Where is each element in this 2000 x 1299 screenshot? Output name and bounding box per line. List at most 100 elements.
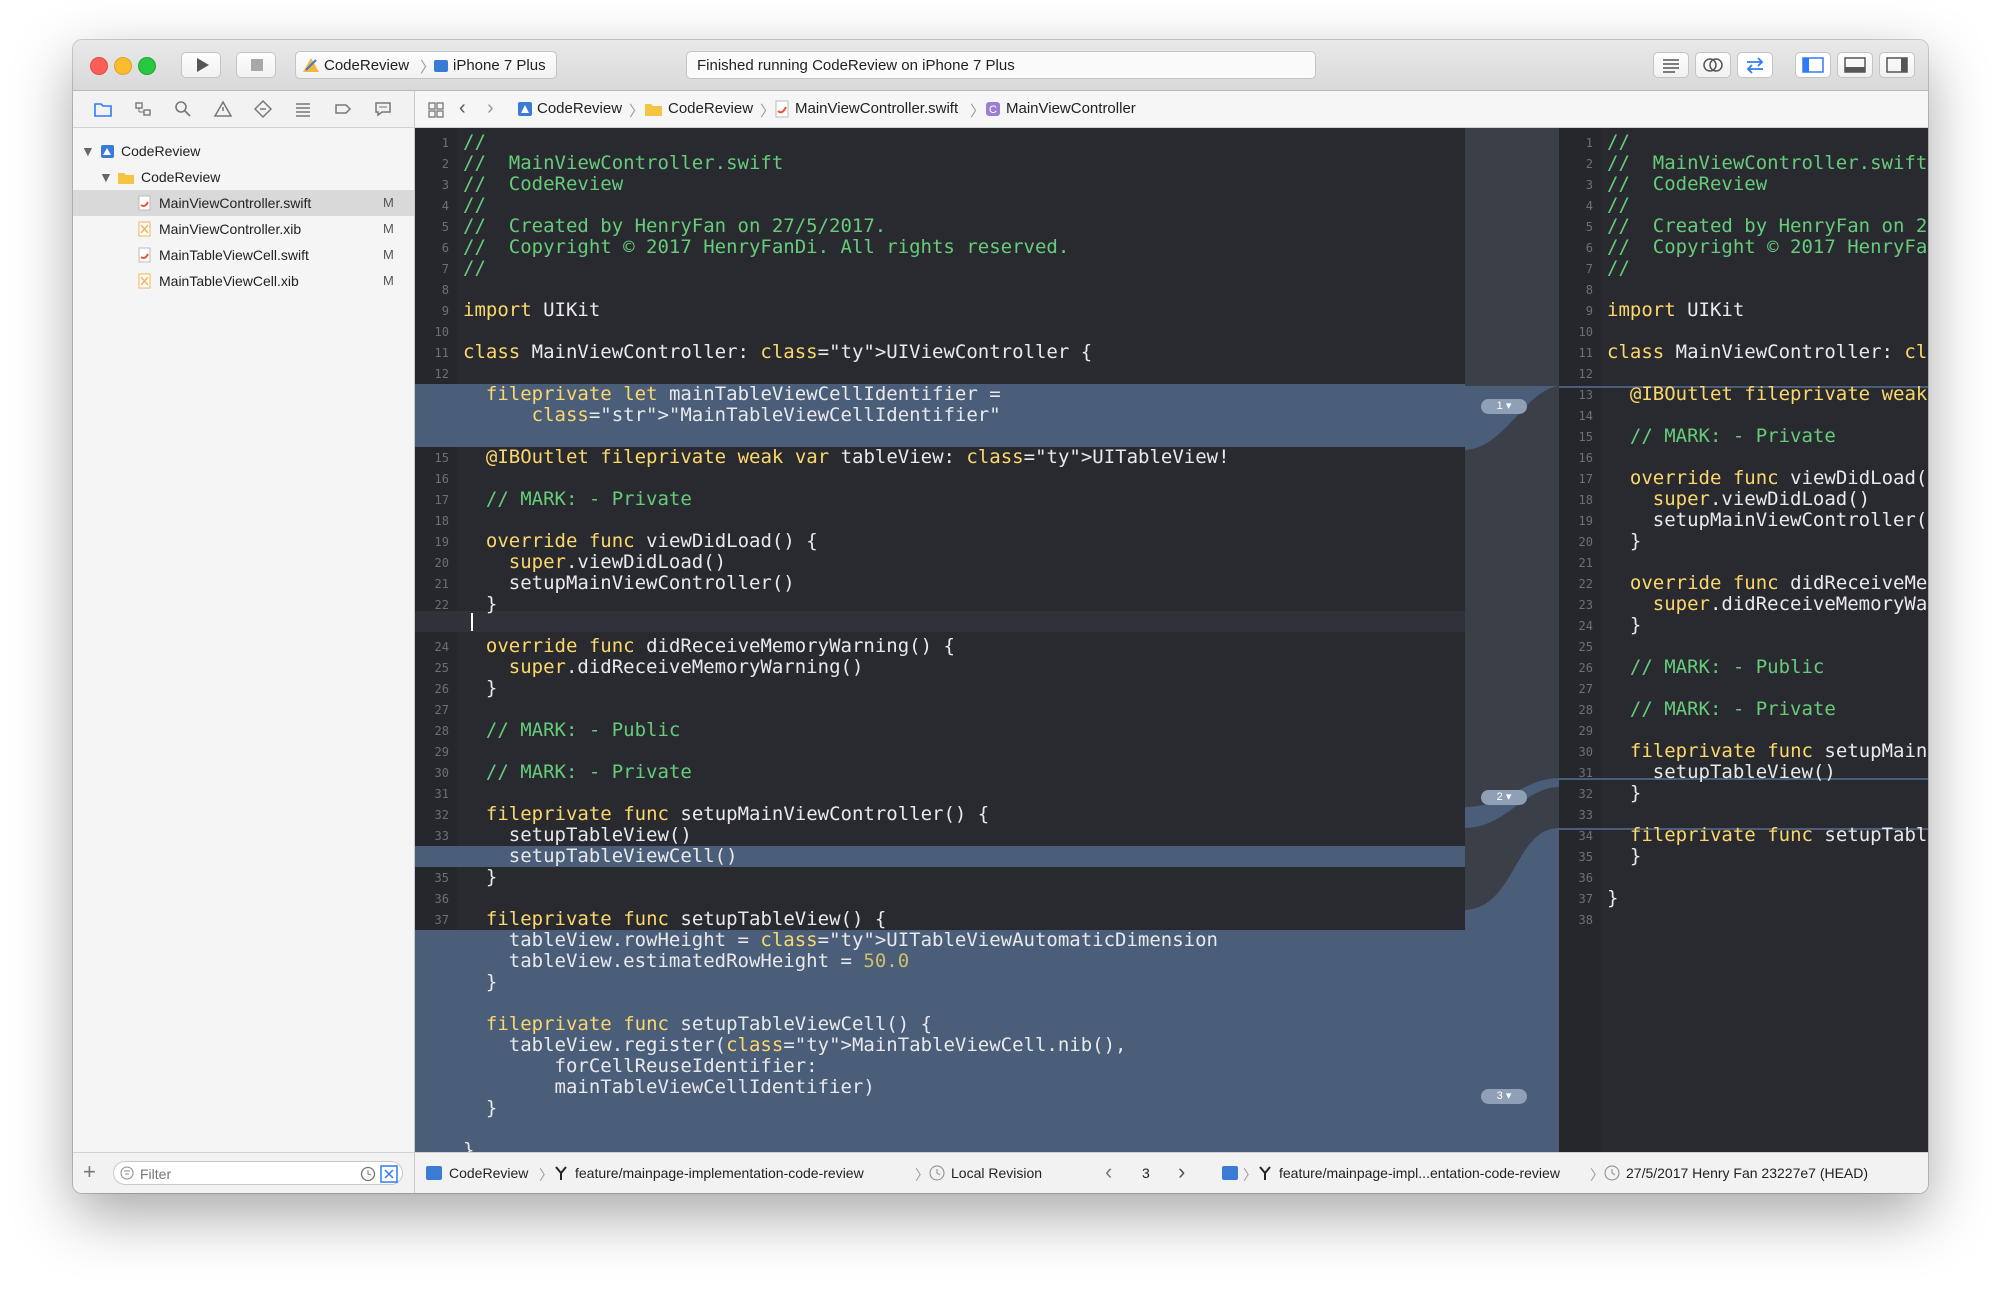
- right-branch[interactable]: feature/mainpage-impl...entation-code-re…: [1279, 1165, 1560, 1181]
- code-line: }: [1607, 530, 1642, 552]
- right-code-pane[interactable]: //// MainViewController.swift// CodeRevi…: [1559, 128, 1928, 1152]
- code-line: }: [1607, 845, 1642, 867]
- warning-icon[interactable]: [213, 99, 233, 119]
- previous-change-arrow-icon[interactable]: ‹: [1105, 1159, 1112, 1185]
- text-cursor: [471, 613, 473, 631]
- code-line: }: [463, 1097, 498, 1119]
- left-revision[interactable]: Local Revision: [951, 1165, 1042, 1181]
- tree-file-row[interactable]: MainViewController.xib M: [73, 216, 414, 242]
- folder-icon[interactable]: [93, 99, 113, 119]
- code-line: }: [463, 971, 498, 993]
- tree-file-row[interactable]: MainTableViewCell.swift M: [73, 242, 414, 268]
- minimize-window-button[interactable]: [114, 57, 132, 75]
- code-line: // MARK: - Private: [1607, 698, 1836, 720]
- play-icon: [197, 58, 209, 72]
- toggle-navigator-button[interactable]: [1795, 52, 1831, 78]
- code-line: fileprivate func setupTableView() {: [485, 908, 887, 930]
- breadcrumb-separator: 〉: [970, 103, 986, 120]
- code-line: fileprivate let mainTableViewCellIdentif…: [485, 383, 1001, 405]
- code-line: @IBOutlet fileprivate weak var tableView…: [1629, 383, 1928, 405]
- breakpoint-tag-icon[interactable]: [333, 99, 353, 119]
- breadcrumb-symbol[interactable]: MainViewController: [1006, 100, 1136, 117]
- filter-field[interactable]: [113, 1161, 403, 1185]
- forward-arrow-icon[interactable]: ›: [487, 97, 494, 120]
- file-name: MainTableViewCell.xib: [159, 273, 299, 289]
- change-marker-3[interactable]: 3 ▾: [1481, 1089, 1527, 1104]
- tree-file-row[interactable]: MainViewController.swift M: [73, 190, 414, 216]
- scm-filter-icon[interactable]: [380, 1165, 398, 1183]
- xib-file-icon: [138, 273, 151, 289]
- branch-icon: [555, 1166, 567, 1180]
- code-line: }: [1607, 614, 1642, 636]
- swift-file-icon: [138, 247, 151, 263]
- code-line: fileprivate func setupMainViewController…: [1629, 740, 1928, 762]
- swift-file-icon: [775, 100, 789, 118]
- breadcrumb-separator: 〉: [760, 103, 776, 120]
- code-line: super.viewDidLoad(): [1652, 488, 1871, 510]
- next-change-arrow-icon[interactable]: ›: [1178, 1159, 1185, 1185]
- code-line: setupTableViewCell(): [463, 845, 738, 867]
- debug-list-icon[interactable]: [293, 99, 313, 119]
- standard-editor-button[interactable]: [1653, 52, 1689, 78]
- code-line: // MainViewController.swift: [463, 152, 784, 174]
- code-line: class="str">"MainTableViewCellIdentifier…: [531, 404, 1001, 426]
- code-line: // Created by HenryFan on 27/5/2017.: [463, 215, 887, 237]
- zoom-window-button[interactable]: [138, 57, 156, 75]
- svg-text:C: C: [989, 104, 997, 116]
- stop-button[interactable]: [236, 52, 276, 78]
- toggle-debug-area-button[interactable]: [1837, 52, 1873, 78]
- code-line: }: [463, 593, 498, 615]
- tree-group-row[interactable]: ▼ CodeReview: [73, 164, 414, 190]
- code-line: //: [463, 194, 486, 216]
- back-arrow-icon[interactable]: ‹: [459, 97, 466, 120]
- source-control-status: M: [383, 195, 394, 210]
- breadcrumb-project[interactable]: CodeReview: [537, 100, 622, 117]
- left-project[interactable]: CodeReview: [449, 1165, 528, 1181]
- right-revision[interactable]: 27/5/2017 Henry Fan 23227e7 (HEAD): [1626, 1165, 1868, 1181]
- comparison-bottom-bar: CodeReview 〉 feature/mainpage-implementa…: [415, 1152, 1928, 1193]
- search-icon[interactable]: [173, 99, 193, 119]
- change-marker-1[interactable]: 1 ▾: [1481, 399, 1527, 414]
- tree-file-row[interactable]: MainTableViewCell.xib M: [73, 268, 414, 294]
- breadcrumb-separator: 〉: [1243, 1167, 1257, 1183]
- right-panel-icon: [1886, 57, 1908, 73]
- code-line: // MARK: - Private: [463, 761, 692, 783]
- code-line: class MainViewController: class="ty">UIV…: [1607, 341, 1928, 363]
- code-line: }: [1607, 887, 1619, 909]
- tree-project-row[interactable]: ▼ CodeReview: [73, 138, 414, 164]
- change-marker-2[interactable]: 2 ▾: [1481, 790, 1527, 805]
- filter-icon: [120, 1166, 134, 1180]
- breadcrumb-group[interactable]: CodeReview: [668, 100, 753, 117]
- disclosure-triangle-icon[interactable]: ▼: [81, 138, 95, 164]
- left-code-pane[interactable]: //// MainViewController.swift// CodeRevi…: [415, 128, 1465, 1161]
- scheme-selector[interactable]: CodeReview 〉 iPhone 7 Plus: [295, 51, 557, 79]
- code-line: tableView.estimatedRowHeight = 50.0: [463, 950, 910, 972]
- code-line: }: [463, 677, 498, 699]
- recent-files-clock-icon[interactable]: [360, 1166, 376, 1182]
- code-line: //: [1607, 194, 1630, 216]
- add-icon[interactable]: +: [83, 1159, 96, 1185]
- related-items-grid-icon[interactable]: [427, 101, 445, 119]
- run-button[interactable]: [181, 52, 221, 78]
- symbol-navigator-icon[interactable]: [133, 99, 153, 119]
- code-line: setupMainViewController(): [463, 572, 795, 594]
- close-window-button[interactable]: [90, 57, 108, 75]
- disclosure-triangle-icon[interactable]: ▼: [99, 164, 113, 190]
- breadcrumb-file[interactable]: MainViewController.swift: [795, 100, 958, 117]
- activity-status-text: Finished running CodeReview on iPhone 7 …: [697, 57, 1015, 74]
- code-line: // MARK: - Private: [463, 488, 692, 510]
- project-name: CodeReview: [121, 143, 201, 159]
- version-editor-button[interactable]: [1737, 52, 1773, 78]
- report-bubble-icon[interactable]: [373, 99, 393, 119]
- code-line: setupTableView(): [463, 824, 692, 846]
- test-diamond-icon[interactable]: [253, 99, 273, 119]
- code-line: override func didReceiveMemoryWarning() …: [485, 635, 955, 657]
- jump-bar: ‹ › CodeReview 〉 CodeReview 〉 MainViewCo…: [415, 91, 1928, 128]
- assistant-editor-button[interactable]: [1695, 52, 1731, 78]
- left-branch[interactable]: feature/mainpage-implementation-code-rev…: [575, 1165, 864, 1181]
- project-icon: [1222, 1166, 1238, 1180]
- toggle-utilities-button[interactable]: [1879, 52, 1915, 78]
- code-line: mainTableViewCellIdentifier): [463, 1076, 875, 1098]
- code-line: // CodeReview: [1607, 173, 1768, 195]
- filter-input[interactable]: [138, 1164, 342, 1184]
